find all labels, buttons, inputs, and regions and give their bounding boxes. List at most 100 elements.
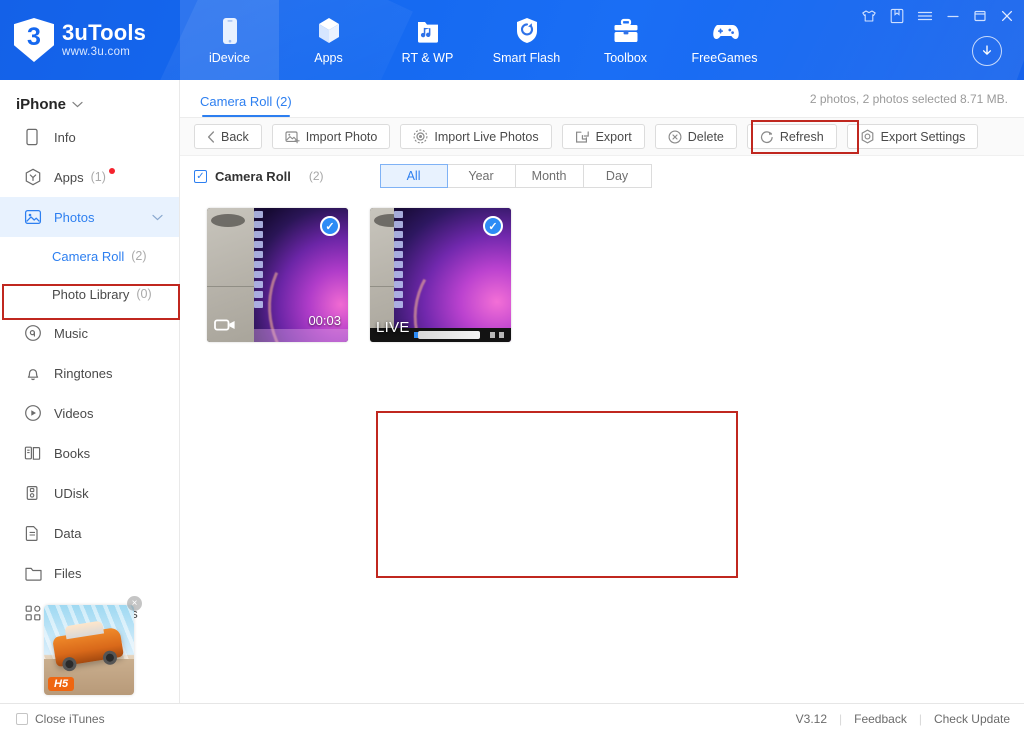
sidebar-subitem-camera-roll[interactable]: Camera Roll (2) xyxy=(0,237,179,275)
brand-subtitle: www.3u.com xyxy=(62,45,131,58)
photo-thumbnail-live[interactable]: ✓ LIVE xyxy=(370,208,511,342)
sidebar-item-photos[interactable]: Photos xyxy=(0,197,179,237)
bell-icon xyxy=(24,364,46,382)
import-photo-button[interactable]: Import Photo xyxy=(271,124,391,149)
time-filter-day[interactable]: Day xyxy=(583,164,652,188)
app-header: 3 3uTools www.3u.com iDevice Apps RT & W… xyxy=(0,0,1024,80)
window-controls xyxy=(861,8,1014,24)
books-icon xyxy=(24,444,46,462)
status-bar: Close iTunes V3.12 | Feedback | Check Up… xyxy=(0,703,1024,733)
video-play-icon xyxy=(24,404,46,422)
time-filter-segmented: All Year Month Day xyxy=(379,164,652,188)
sidebar-item-books[interactable]: Books xyxy=(0,433,179,473)
promo-banner[interactable]: H5 xyxy=(44,605,134,695)
export-settings-button[interactable]: Export Settings xyxy=(846,124,979,149)
sidebar-item-ringtones[interactable]: Ringtones xyxy=(0,353,179,393)
time-filter-year[interactable]: Year xyxy=(447,164,516,188)
book-icon[interactable] xyxy=(890,8,904,24)
toolbox-icon xyxy=(612,16,640,46)
close-itunes-option[interactable]: Close iTunes xyxy=(16,712,105,726)
shirt-icon[interactable] xyxy=(861,8,877,24)
device-selector[interactable]: iPhone xyxy=(0,92,179,117)
content-tabbar: Camera Roll (2) 2 photos, 2 photos selec… xyxy=(180,80,1024,118)
chevron-left-icon xyxy=(207,130,215,143)
shield-refresh-icon xyxy=(515,16,539,46)
time-filter-month[interactable]: Month xyxy=(515,164,584,188)
live-photo-icon xyxy=(413,129,428,144)
phone-icon xyxy=(220,16,240,46)
sidebar-item-label: Files xyxy=(54,565,82,581)
export-settings-button-label: Export Settings xyxy=(880,129,966,144)
close-itunes-checkbox[interactable] xyxy=(16,712,28,725)
version-label: V3.12 xyxy=(795,711,827,726)
data-icon xyxy=(24,524,46,542)
photo-gallery: ✓ 00:03 ✓ LIVE xyxy=(180,196,1024,578)
nav-tab-rt-wp[interactable]: RT & WP xyxy=(378,0,477,80)
sidebar-item-label: Music xyxy=(54,325,88,341)
sidebar-item-count: (1) xyxy=(90,170,106,184)
device-name: iPhone xyxy=(16,96,67,113)
time-filter-all[interactable]: All xyxy=(379,164,448,188)
sidebar-item-label: Info xyxy=(54,129,76,145)
folder-icon xyxy=(24,564,46,582)
nav-tab-label: RT & WP xyxy=(401,50,454,65)
filter-bar: ✓ Camera Roll (2) All Year Month Day xyxy=(180,156,1024,196)
sidebar-item-music[interactable]: Music xyxy=(0,313,179,353)
info-device-icon xyxy=(24,128,46,146)
nav-tab-idevice[interactable]: iDevice xyxy=(180,0,279,80)
nav-tab-label: iDevice xyxy=(209,50,250,65)
app-body: iPhone Info Apps (1) Photos Camera Roll … xyxy=(0,80,1024,703)
photos-icon xyxy=(24,208,46,226)
chevron-down-icon xyxy=(72,101,83,108)
filter-count: (2) xyxy=(308,169,324,183)
sidebar-subitem-label: Photo Library xyxy=(52,286,130,302)
sidebar-item-data[interactable]: Data xyxy=(0,513,179,553)
nav-tab-freegames[interactable]: FreeGames xyxy=(675,0,774,80)
check-update-link[interactable]: Check Update xyxy=(934,712,1010,726)
sidebar-item-info[interactable]: Info xyxy=(0,117,179,157)
nav-tab-apps[interactable]: Apps xyxy=(279,0,378,80)
sidebar-item-label: Ringtones xyxy=(54,365,113,381)
promo-close-icon[interactable]: × xyxy=(127,596,142,611)
nav-tab-toolbox[interactable]: Toolbox xyxy=(576,0,675,80)
sidebar-item-udisk[interactable]: UDisk xyxy=(0,473,179,513)
import-live-photos-button[interactable]: Import Live Photos xyxy=(400,124,552,149)
notification-dot-badge xyxy=(108,168,115,174)
back-button[interactable]: Back xyxy=(194,124,262,149)
sidebar-item-apps[interactable]: Apps (1) xyxy=(0,157,179,197)
thumbnail-desktop-icons xyxy=(253,210,268,308)
sidebar-item-label: Videos xyxy=(54,405,94,421)
brand-title: 3uTools xyxy=(62,19,147,45)
maximize-icon[interactable] xyxy=(973,9,987,23)
delete-button[interactable]: Delete xyxy=(654,124,737,149)
photo-thumbnail-video[interactable]: ✓ 00:03 xyxy=(207,208,348,342)
taskbar-icon xyxy=(490,332,495,338)
nav-tab-smart-flash[interactable]: Smart Flash xyxy=(477,0,576,80)
sidebar-item-label: Photos xyxy=(54,209,95,225)
promo-badge: H5 xyxy=(48,677,75,691)
sidebar-subitem-count: (2) xyxy=(131,249,147,263)
export-button[interactable]: Export xyxy=(561,124,645,149)
sidebar-subitem-count: (0) xyxy=(136,287,152,301)
main-content: Camera Roll (2) 2 photos, 2 photos selec… xyxy=(180,80,1024,703)
import-live-photos-button-label: Import Live Photos xyxy=(434,129,539,144)
settings-circle-icon xyxy=(860,129,875,144)
sidebar: iPhone Info Apps (1) Photos Camera Roll … xyxy=(0,80,180,703)
photo-select-checkbox[interactable]: ✓ xyxy=(320,216,340,236)
minimize-icon[interactable] xyxy=(946,9,960,23)
content-tabs: Camera Roll (2) xyxy=(194,80,298,117)
photo-select-checkbox[interactable]: ✓ xyxy=(483,216,503,236)
menu-icon[interactable] xyxy=(917,9,933,23)
nav-tab-label: Toolbox xyxy=(603,50,648,65)
tab-camera-roll[interactable]: Camera Roll (2) xyxy=(194,94,298,117)
feedback-link[interactable]: Feedback xyxy=(854,712,907,726)
sidebar-item-videos[interactable]: Videos xyxy=(0,393,179,433)
refresh-button[interactable]: Refresh xyxy=(746,124,837,149)
download-icon[interactable] xyxy=(972,36,1002,66)
sidebar-subitem-photo-library[interactable]: Photo Library (0) xyxy=(0,275,179,313)
select-all-checkbox[interactable]: ✓ xyxy=(194,169,207,183)
sidebar-item-files[interactable]: Files xyxy=(0,553,179,593)
nav-tab-label: FreeGames xyxy=(691,50,758,65)
close-icon[interactable] xyxy=(1000,9,1014,23)
grid-tools-icon xyxy=(24,604,46,622)
